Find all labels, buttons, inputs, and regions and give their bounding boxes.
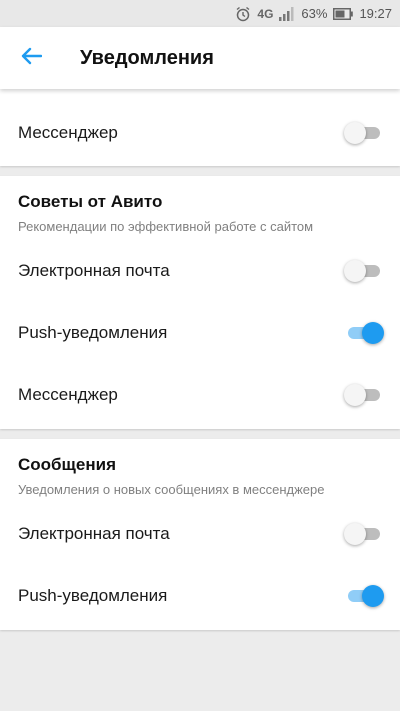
section-title: Сообщения — [18, 455, 116, 474]
back-button[interactable] — [0, 27, 62, 89]
setting-row-messenger[interactable]: Мессенджер — [0, 364, 400, 426]
setting-label: Электронная почта — [18, 524, 170, 543]
section-avito-tips: Советы от Авито Рекомендации по эффектив… — [0, 176, 400, 429]
setting-row-push[interactable]: Push-уведомления — [0, 302, 400, 364]
toggle-thumb — [362, 322, 384, 344]
setting-label: Мессенджер — [18, 123, 118, 142]
battery-percent: 63% — [301, 6, 328, 21]
section-description: Рекомендации по эффективной работе с сай… — [18, 219, 314, 234]
toggle-thumb — [344, 122, 366, 144]
toggle-switch[interactable] — [344, 584, 384, 608]
setting-label: Push-уведомления — [18, 323, 168, 342]
setting-row-push[interactable]: Push-уведомления — [0, 565, 400, 627]
section-description: Уведомления о новых сообщениях в мессенд… — [18, 482, 325, 497]
setting-label: Push-уведомления — [18, 586, 168, 605]
toggle-switch[interactable] — [344, 121, 384, 145]
toggle-switch[interactable] — [344, 522, 384, 546]
setting-row-email[interactable]: Электронная почта — [0, 503, 400, 565]
app-bar: Уведомления — [0, 27, 400, 89]
page-title: Уведомления — [80, 46, 214, 69]
toggle-switch[interactable] — [344, 321, 384, 345]
status-bar: 4G 63% 19:27 — [0, 0, 400, 27]
toggle-thumb — [344, 523, 366, 545]
alarm-clock-icon — [235, 6, 251, 22]
battery-icon — [333, 7, 354, 20]
section-messages: Сообщения Уведомления о новых сообщениях… — [0, 439, 400, 630]
setting-label: Мессенджер — [18, 385, 118, 404]
toggle-switch[interactable] — [344, 259, 384, 283]
setting-label: Электронная почта — [18, 261, 170, 280]
toggle-thumb — [344, 260, 366, 282]
section-title: Советы от Авито — [18, 192, 163, 211]
toggle-switch[interactable] — [344, 383, 384, 407]
arrow-left-icon — [20, 47, 43, 70]
clock: 19:27 — [359, 6, 392, 21]
settings-list: Мессенджер Советы от Авито Рекомендации … — [0, 89, 400, 630]
toggle-thumb — [362, 585, 384, 607]
section-general: Мессенджер — [0, 89, 400, 166]
setting-row-email[interactable]: Электронная почта — [0, 240, 400, 302]
toggle-thumb — [344, 384, 366, 406]
signal-strength-icon — [279, 6, 295, 21]
setting-row-messenger[interactable]: Мессенджер — [0, 102, 400, 164]
network-type: 4G — [257, 6, 274, 21]
